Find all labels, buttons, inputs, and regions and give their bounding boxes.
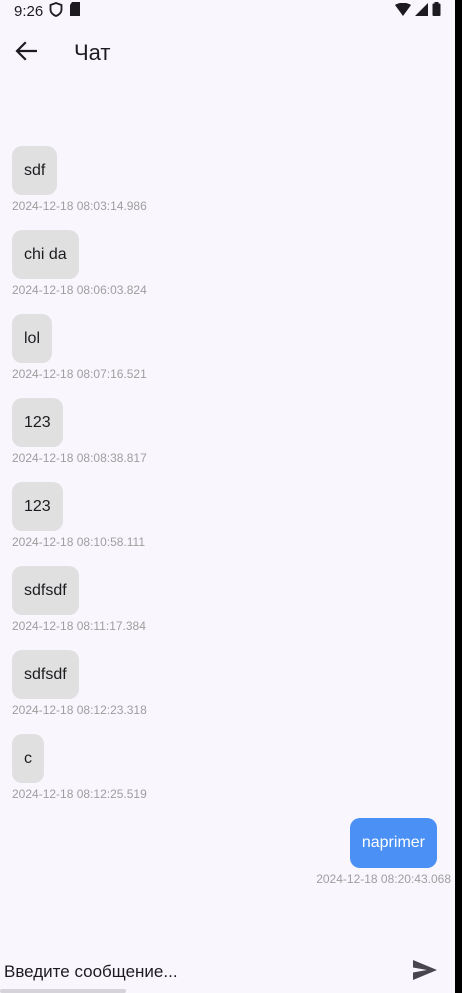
vpn-shield-icon — [49, 1, 63, 21]
message-input[interactable] — [0, 961, 405, 983]
message-bubble[interactable]: 123 — [12, 398, 63, 447]
wifi-icon — [395, 2, 411, 20]
message-timestamp: 2024-12-18 08:06:03.824 — [12, 283, 147, 297]
message-incoming: 123 2024-12-18 08:10:58.111 — [12, 482, 437, 549]
sd-card-icon — [69, 2, 81, 20]
send-icon — [413, 959, 437, 985]
status-time: 9:26 — [14, 2, 44, 20]
message-timestamp: 2024-12-18 08:12:25.519 — [12, 787, 147, 801]
message-bubble-own[interactable]: naprimer — [349, 818, 437, 868]
app-bar: Чат — [0, 30, 455, 76]
message-bubble[interactable]: lol — [12, 314, 53, 363]
message-timestamp: 2024-12-18 08:08:38.817 — [12, 451, 147, 465]
message-bubble[interactable]: sdf — [12, 146, 58, 195]
arrow-left-icon — [15, 40, 38, 66]
message-timestamp: 2024-12-18 08:10:58.111 — [12, 535, 146, 549]
message-bubble[interactable]: sdfsdf — [12, 566, 79, 615]
message-incoming: chi da 2024-12-18 08:06:03.824 — [12, 230, 437, 297]
message-bubble[interactable]: chi da — [12, 230, 79, 279]
chat-screen: 9:26 Чат sdf 2024-12-18 08:03:14.986 chi… — [0, 0, 455, 993]
message-incoming: sdfsdf 2024-12-18 08:11:17.384 — [12, 566, 437, 633]
message-list[interactable]: sdf 2024-12-18 08:03:14.986 chi da 2024-… — [12, 146, 451, 886]
message-timestamp: 2024-12-18 08:12:23.318 — [12, 703, 147, 717]
status-bar: 9:26 — [0, 0, 455, 22]
message-timestamp: 2024-12-18 08:11:17.384 — [12, 619, 146, 633]
message-bubble[interactable]: c — [12, 734, 44, 783]
back-button[interactable] — [0, 30, 52, 76]
message-incoming: lol 2024-12-18 08:07:16.521 — [12, 314, 437, 381]
message-incoming: sdfsdf 2024-12-18 08:12:23.318 — [12, 650, 437, 717]
message-timestamp: 2024-12-18 08:03:14.986 — [12, 199, 147, 213]
message-incoming: 123 2024-12-18 08:08:38.817 — [12, 398, 437, 465]
message-timestamp: 2024-12-18 08:07:16.521 — [12, 367, 147, 381]
status-left: 9:26 — [14, 1, 81, 21]
message-outgoing: naprimer 2024-12-18 08:20:43.068 — [12, 818, 451, 886]
message-bubble[interactable]: sdfsdf — [12, 650, 79, 699]
message-composer — [0, 952, 455, 992]
send-button[interactable] — [405, 954, 445, 990]
message-timestamp: 2024-12-18 08:20:43.068 — [316, 872, 451, 886]
home-indicator — [0, 989, 126, 993]
message-incoming: c 2024-12-18 08:12:25.519 — [12, 734, 437, 801]
status-right — [395, 2, 441, 20]
message-bubble[interactable]: 123 — [12, 482, 63, 531]
message-incoming: sdf 2024-12-18 08:03:14.986 — [12, 146, 437, 213]
battery-icon — [432, 2, 441, 20]
cellular-signal-icon — [415, 2, 428, 20]
page-title: Чат — [74, 40, 111, 65]
